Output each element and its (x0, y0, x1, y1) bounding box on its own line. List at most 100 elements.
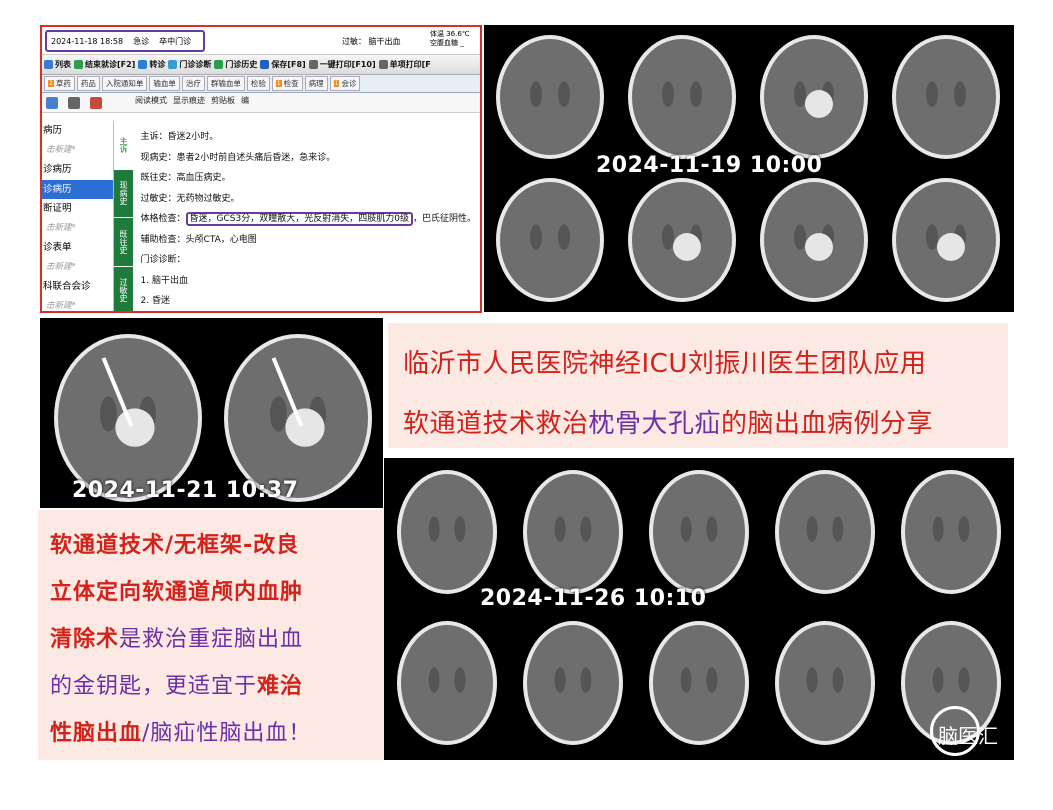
ct-timestamp-3: 2024-11-26 10:10 (480, 586, 707, 611)
order-tab-1[interactable]: 药品 (76, 76, 100, 91)
toolbar-button-3[interactable]: 门诊诊断 (168, 59, 211, 70)
note-hpi: 现病史：患者2小时前自述头痛后昏迷，急来诊。 (140, 152, 336, 163)
title-part-b: 枕骨大孔疝 (588, 409, 722, 439)
edit-tool-1[interactable]: 显示痕迹 (173, 95, 205, 106)
brain-tissue (527, 625, 619, 741)
order-tab-4[interactable]: 治疗 (181, 76, 205, 91)
desc-l4-a: 的金钥匙，更适宜于 (50, 674, 258, 699)
order-tab-2[interactable]: 入院通知单 (101, 76, 148, 91)
order-tab-8[interactable]: 病理 (304, 76, 328, 91)
ventricle-left (100, 396, 117, 432)
desc-l3-a: 清除术 (50, 627, 120, 652)
tab-label: 草药 (55, 79, 71, 88)
record-nav-item-0[interactable]: 病历 (42, 121, 113, 141)
ct-slice (760, 35, 868, 159)
ventricle-right (958, 516, 970, 542)
ventricle-right (832, 667, 844, 693)
ventricle-left (794, 224, 806, 250)
ventricle-left (680, 667, 692, 693)
ct-slice (649, 470, 749, 594)
ventricle-left (926, 224, 938, 250)
record-nav-item-5[interactable]: 击新建* (42, 219, 113, 239)
toolbar-icon (138, 60, 148, 69)
toolbar-label: 单项打印[F (389, 60, 431, 69)
hematoma (115, 408, 155, 447)
note-dx-label: 门诊诊断： (140, 255, 186, 265)
ventricle-right (454, 516, 466, 542)
brain-tissue (896, 39, 996, 155)
edit-tool-0[interactable]: 阅读模式 (135, 95, 167, 106)
ventricle-left (554, 516, 566, 542)
brain-tissue (779, 474, 871, 590)
hematoma (285, 408, 325, 447)
section-tab-1[interactable]: 现病史 (114, 170, 133, 218)
tab-label: 检查 (283, 79, 299, 88)
tab-label: 输血单 (153, 79, 176, 88)
tab-badge: 2 (48, 80, 54, 87)
toolbar-button-1[interactable]: 结束就诊[F2] (74, 59, 135, 70)
ventricle-left (530, 81, 542, 107)
ventricle-left (270, 396, 287, 432)
watermark-logo: 脑医汇 (930, 706, 1014, 758)
toolbar-button-6[interactable]: 一键打印[F10] (308, 59, 376, 70)
note-dx-2: 2. 昏迷 (140, 296, 170, 306)
toolbar-icon (308, 60, 318, 69)
section-tab-3[interactable]: 过敏史 (114, 267, 132, 312)
ct-slice (54, 334, 202, 502)
ct-slice (892, 35, 1000, 159)
ct-postop-drain: 2024-11-21 10:37 (40, 318, 383, 508)
toolbar-button-0[interactable]: 列表 (44, 59, 71, 70)
title-part-c: 的脑出血 (721, 409, 828, 439)
record-nav-item-2[interactable]: 诊病历 (42, 160, 113, 180)
ct-grid-day1: 2024-11-19 10:00 (484, 25, 1014, 312)
brain-tissue (632, 39, 732, 155)
document-icon[interactable] (46, 96, 58, 109)
edit-tool-2[interactable]: 剪贴板 (211, 95, 235, 106)
brain-tissue (653, 625, 745, 741)
record-nav-item-7[interactable]: 击新建* (42, 258, 113, 278)
export-icon[interactable] (90, 96, 102, 109)
ct-slice (775, 621, 875, 745)
toolbar-icon (44, 60, 53, 69)
ventricle-left (662, 81, 674, 107)
order-tab-7[interactable]: 1 检查 (271, 76, 303, 91)
emr-body: 病历 击新建* 诊病历 诊病历 断证明 击新建* 诊表单 击新建* 科联合会诊 击新建* 主诉 现病… (42, 121, 480, 312)
desc-line-5: 性脑出血/脑疝性脑出血！ (50, 710, 384, 757)
ventricle-left (932, 667, 944, 693)
record-nav-item-4[interactable]: 断证明 (42, 199, 113, 219)
toolbar-label: 门诊诊断 (179, 60, 212, 69)
record-nav-item-1[interactable]: 击新建* (42, 141, 113, 161)
order-tab-0[interactable]: 2 草药 (44, 76, 75, 91)
note-exam-label: 体格检查： (140, 214, 186, 224)
ventricle-right (558, 224, 570, 250)
description-box: 软通道技术/无框架-改良 立体定向软通道颅内血肿 清除术是救治重症脑出血 的金钥… (38, 510, 384, 760)
order-tab-9[interactable]: 1 会诊 (329, 76, 361, 91)
ct-timestamp-2: 2024-11-21 10:37 (72, 478, 299, 503)
toolbar-button-5[interactable]: 保存[F8] (260, 59, 306, 70)
ventricle-left (680, 516, 692, 542)
record-nav-item-8[interactable]: 科联合会诊 (42, 277, 113, 297)
order-tab-6[interactable]: 检验 (246, 76, 270, 91)
ct-grid-day8: 2024-11-26 10:10 (384, 458, 1014, 760)
record-nav-item-3[interactable]: 诊病历 (42, 179, 114, 199)
ct-slice (523, 470, 623, 594)
hematoma (805, 90, 833, 118)
record-nav-item-9[interactable]: 击新建* (42, 297, 113, 312)
print-icon[interactable] (68, 96, 80, 109)
tab-label: 检验 (250, 79, 266, 88)
section-tab-2[interactable]: 既往史 (114, 218, 133, 267)
brain-tissue (401, 474, 493, 590)
brain-tissue (401, 625, 493, 741)
toolbar-button-2[interactable]: 转诊 (138, 59, 165, 70)
order-tab-3[interactable]: 输血单 (149, 76, 180, 91)
record-nav-item-6[interactable]: 诊表单 (42, 238, 113, 258)
edit-tool-3[interactable]: 编 (241, 95, 249, 106)
desc-l3-b: 是救治重症脑出血 (119, 627, 304, 652)
toolbar-button-7[interactable]: 单项打印[F (378, 59, 431, 70)
note-exam: 体格检查： 昏迷，GCS3分，双瞳散大，光反射消失，四肢肌力0级 ，巴氏征阴性。 (141, 209, 476, 230)
toolbar-button-4[interactable]: 门诊历史 (214, 59, 257, 70)
brain-tissue (653, 474, 745, 590)
section-tab-0[interactable]: 主诉 (114, 121, 133, 170)
order-tab-5[interactable]: 群输血单 (206, 76, 245, 91)
toolbar-icon (378, 60, 388, 69)
